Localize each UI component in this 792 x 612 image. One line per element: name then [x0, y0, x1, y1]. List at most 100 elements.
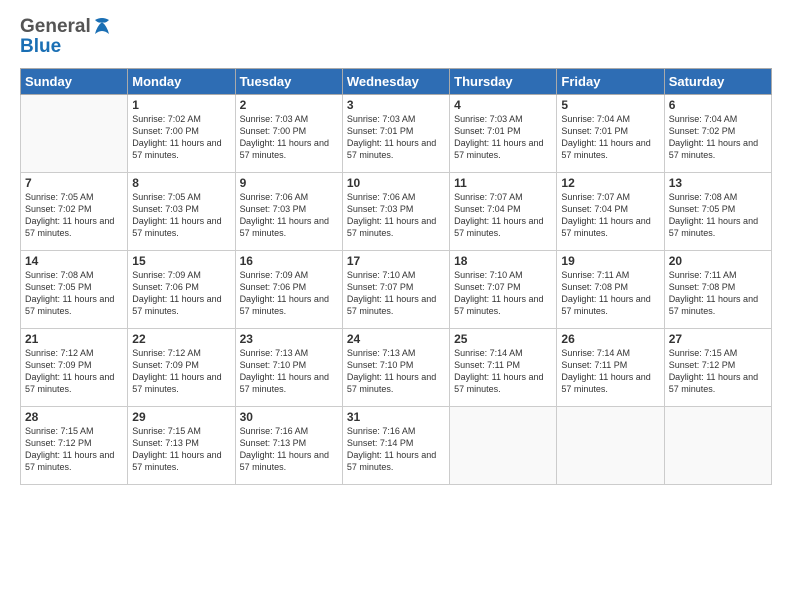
- calendar-cell: 7 Sunrise: 7:05 AM Sunset: 7:02 PM Dayli…: [21, 173, 128, 251]
- calendar-cell: 22 Sunrise: 7:12 AM Sunset: 7:09 PM Dayl…: [128, 329, 235, 407]
- sunrise-text: Sunrise: 7:10 AM: [454, 269, 552, 281]
- sunset-text: Sunset: 7:01 PM: [561, 125, 659, 137]
- day-info: Sunrise: 7:09 AM Sunset: 7:06 PM Dayligh…: [132, 269, 230, 318]
- col-saturday: Saturday: [664, 69, 771, 95]
- sunset-text: Sunset: 7:02 PM: [669, 125, 767, 137]
- day-info: Sunrise: 7:04 AM Sunset: 7:01 PM Dayligh…: [561, 113, 659, 162]
- calendar-week-2: 7 Sunrise: 7:05 AM Sunset: 7:02 PM Dayli…: [21, 173, 772, 251]
- day-number: 26: [561, 332, 659, 346]
- logo: General Blue: [20, 16, 111, 58]
- day-info: Sunrise: 7:11 AM Sunset: 7:08 PM Dayligh…: [561, 269, 659, 318]
- sunset-text: Sunset: 7:08 PM: [561, 281, 659, 293]
- day-number: 2: [240, 98, 338, 112]
- day-number: 12: [561, 176, 659, 190]
- calendar-cell: 2 Sunrise: 7:03 AM Sunset: 7:00 PM Dayli…: [235, 95, 342, 173]
- sunrise-text: Sunrise: 7:05 AM: [132, 191, 230, 203]
- sunrise-text: Sunrise: 7:09 AM: [240, 269, 338, 281]
- day-number: 30: [240, 410, 338, 424]
- calendar-cell: 31 Sunrise: 7:16 AM Sunset: 7:14 PM Dayl…: [342, 407, 449, 485]
- daylight-text: Daylight: 11 hours and 57 minutes.: [240, 137, 338, 161]
- daylight-text: Daylight: 11 hours and 57 minutes.: [132, 371, 230, 395]
- daylight-text: Daylight: 11 hours and 57 minutes.: [561, 137, 659, 161]
- day-number: 25: [454, 332, 552, 346]
- daylight-text: Daylight: 11 hours and 57 minutes.: [347, 371, 445, 395]
- col-monday: Monday: [128, 69, 235, 95]
- calendar-cell: 12 Sunrise: 7:07 AM Sunset: 7:04 PM Dayl…: [557, 173, 664, 251]
- daylight-text: Daylight: 11 hours and 57 minutes.: [240, 449, 338, 473]
- sunset-text: Sunset: 7:00 PM: [240, 125, 338, 137]
- sunrise-text: Sunrise: 7:16 AM: [240, 425, 338, 437]
- daylight-text: Daylight: 11 hours and 57 minutes.: [240, 371, 338, 395]
- day-number: 10: [347, 176, 445, 190]
- sunset-text: Sunset: 7:12 PM: [25, 437, 123, 449]
- calendar-cell: 11 Sunrise: 7:07 AM Sunset: 7:04 PM Dayl…: [450, 173, 557, 251]
- calendar-cell: 24 Sunrise: 7:13 AM Sunset: 7:10 PM Dayl…: [342, 329, 449, 407]
- sunset-text: Sunset: 7:05 PM: [669, 203, 767, 215]
- day-number: 18: [454, 254, 552, 268]
- day-number: 20: [669, 254, 767, 268]
- daylight-text: Daylight: 11 hours and 57 minutes.: [25, 371, 123, 395]
- day-number: 16: [240, 254, 338, 268]
- day-info: Sunrise: 7:02 AM Sunset: 7:00 PM Dayligh…: [132, 113, 230, 162]
- daylight-text: Daylight: 11 hours and 57 minutes.: [347, 449, 445, 473]
- calendar-cell: 10 Sunrise: 7:06 AM Sunset: 7:03 PM Dayl…: [342, 173, 449, 251]
- sunrise-text: Sunrise: 7:14 AM: [454, 347, 552, 359]
- logo-general-text: General: [20, 16, 91, 38]
- col-friday: Friday: [557, 69, 664, 95]
- sunset-text: Sunset: 7:00 PM: [132, 125, 230, 137]
- day-info: Sunrise: 7:07 AM Sunset: 7:04 PM Dayligh…: [454, 191, 552, 240]
- sunrise-text: Sunrise: 7:15 AM: [25, 425, 123, 437]
- calendar-cell: 18 Sunrise: 7:10 AM Sunset: 7:07 PM Dayl…: [450, 251, 557, 329]
- calendar-cell: 13 Sunrise: 7:08 AM Sunset: 7:05 PM Dayl…: [664, 173, 771, 251]
- day-info: Sunrise: 7:04 AM Sunset: 7:02 PM Dayligh…: [669, 113, 767, 162]
- sunrise-text: Sunrise: 7:04 AM: [669, 113, 767, 125]
- sunset-text: Sunset: 7:07 PM: [454, 281, 552, 293]
- sunrise-text: Sunrise: 7:13 AM: [347, 347, 445, 359]
- calendar-cell: [664, 407, 771, 485]
- daylight-text: Daylight: 11 hours and 57 minutes.: [132, 449, 230, 473]
- calendar-cell: 20 Sunrise: 7:11 AM Sunset: 7:08 PM Dayl…: [664, 251, 771, 329]
- sunset-text: Sunset: 7:09 PM: [25, 359, 123, 371]
- sunset-text: Sunset: 7:14 PM: [347, 437, 445, 449]
- daylight-text: Daylight: 11 hours and 57 minutes.: [347, 137, 445, 161]
- day-number: 22: [132, 332, 230, 346]
- logo-bird-icon: [93, 16, 111, 38]
- sunrise-text: Sunrise: 7:12 AM: [25, 347, 123, 359]
- day-number: 3: [347, 98, 445, 112]
- weekday-row: Sunday Monday Tuesday Wednesday Thursday…: [21, 69, 772, 95]
- day-number: 9: [240, 176, 338, 190]
- col-sunday: Sunday: [21, 69, 128, 95]
- daylight-text: Daylight: 11 hours and 57 minutes.: [454, 137, 552, 161]
- sunset-text: Sunset: 7:02 PM: [25, 203, 123, 215]
- logo-blue-text: Blue: [20, 36, 61, 58]
- day-number: 6: [669, 98, 767, 112]
- day-info: Sunrise: 7:15 AM Sunset: 7:12 PM Dayligh…: [25, 425, 123, 474]
- sunset-text: Sunset: 7:01 PM: [347, 125, 445, 137]
- day-info: Sunrise: 7:03 AM Sunset: 7:00 PM Dayligh…: [240, 113, 338, 162]
- day-info: Sunrise: 7:09 AM Sunset: 7:06 PM Dayligh…: [240, 269, 338, 318]
- sunrise-text: Sunrise: 7:11 AM: [561, 269, 659, 281]
- sunset-text: Sunset: 7:03 PM: [240, 203, 338, 215]
- day-info: Sunrise: 7:14 AM Sunset: 7:11 PM Dayligh…: [454, 347, 552, 396]
- calendar-cell: [21, 95, 128, 173]
- sunrise-text: Sunrise: 7:05 AM: [25, 191, 123, 203]
- day-number: 17: [347, 254, 445, 268]
- sunrise-text: Sunrise: 7:06 AM: [347, 191, 445, 203]
- day-number: 21: [25, 332, 123, 346]
- sunrise-text: Sunrise: 7:12 AM: [132, 347, 230, 359]
- day-info: Sunrise: 7:05 AM Sunset: 7:02 PM Dayligh…: [25, 191, 123, 240]
- sunset-text: Sunset: 7:11 PM: [454, 359, 552, 371]
- calendar-cell: 15 Sunrise: 7:09 AM Sunset: 7:06 PM Dayl…: [128, 251, 235, 329]
- day-number: 19: [561, 254, 659, 268]
- sunrise-text: Sunrise: 7:09 AM: [132, 269, 230, 281]
- sunset-text: Sunset: 7:10 PM: [240, 359, 338, 371]
- daylight-text: Daylight: 11 hours and 57 minutes.: [240, 293, 338, 317]
- sunset-text: Sunset: 7:13 PM: [132, 437, 230, 449]
- calendar-cell: [557, 407, 664, 485]
- daylight-text: Daylight: 11 hours and 57 minutes.: [25, 215, 123, 239]
- day-number: 28: [25, 410, 123, 424]
- sunset-text: Sunset: 7:03 PM: [347, 203, 445, 215]
- page: General Blue Sunday Monday Tuesday Wedne…: [0, 0, 792, 612]
- sunset-text: Sunset: 7:03 PM: [132, 203, 230, 215]
- day-info: Sunrise: 7:11 AM Sunset: 7:08 PM Dayligh…: [669, 269, 767, 318]
